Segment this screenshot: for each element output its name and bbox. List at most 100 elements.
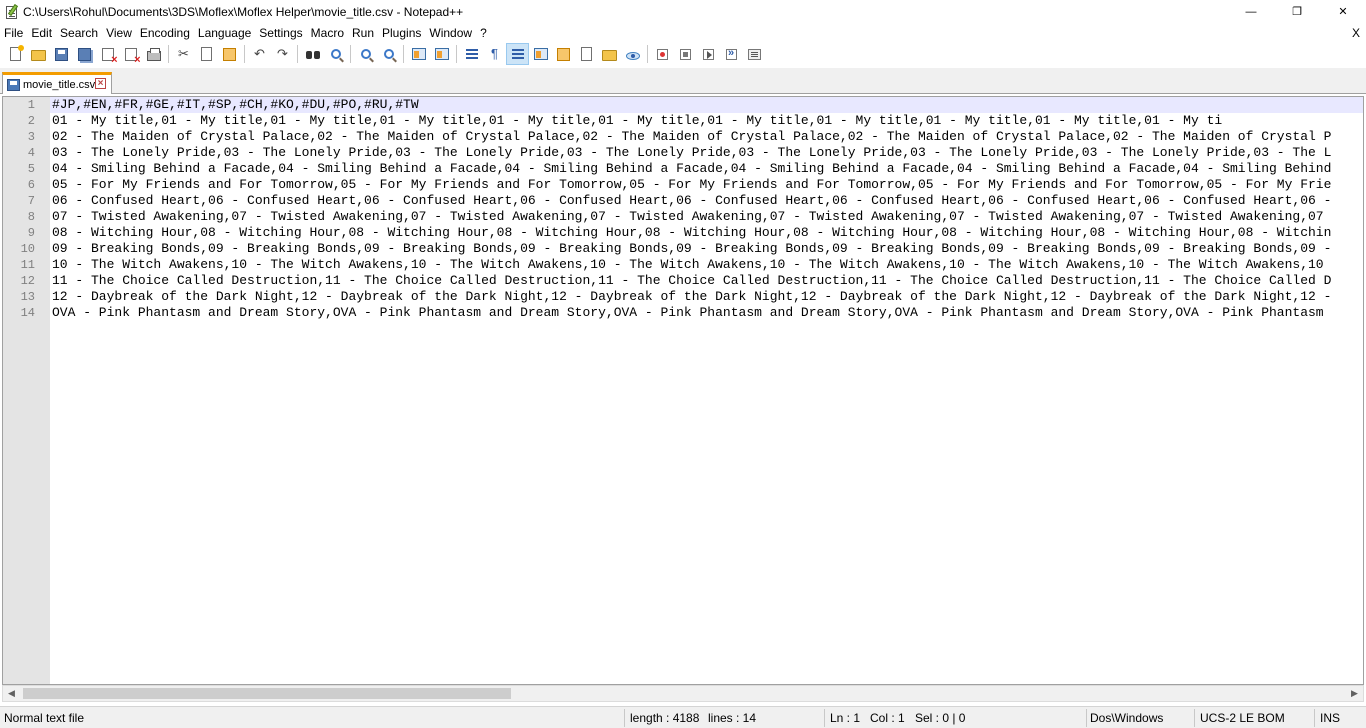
menu-search[interactable]: Search bbox=[56, 23, 102, 43]
text-line[interactable]: 01 - My title,01 - My title,01 - My titl… bbox=[50, 113, 1363, 129]
zoom-out-button[interactable] bbox=[377, 43, 400, 65]
scrollbar-thumb[interactable] bbox=[23, 688, 511, 699]
status-length: length : 4188 bbox=[630, 711, 700, 725]
save-macro-icon bbox=[748, 48, 761, 60]
text-line[interactable]: 11 - The Choice Called Destruction,11 - … bbox=[50, 273, 1363, 289]
line-number: 10 bbox=[20, 242, 35, 256]
toolbar-separator bbox=[244, 45, 245, 63]
line-number: 7 bbox=[27, 194, 35, 208]
status-insert-mode[interactable]: INS bbox=[1316, 707, 1340, 728]
menu-window[interactable]: Window bbox=[425, 23, 476, 43]
menu-view[interactable]: View bbox=[102, 23, 136, 43]
cut-button[interactable]: ✂ bbox=[172, 43, 195, 65]
user-defined-language-button[interactable] bbox=[529, 43, 552, 65]
restore-button[interactable]: ❐ bbox=[1274, 0, 1320, 23]
save-all-button[interactable] bbox=[73, 43, 96, 65]
menu-file[interactable]: File bbox=[0, 23, 27, 43]
toolbar-separator bbox=[297, 45, 298, 63]
text-line[interactable]: OVA - Pink Phantasm and Dream Story,OVA … bbox=[50, 305, 1363, 321]
new-file-button[interactable] bbox=[4, 43, 27, 65]
menu-settings[interactable]: Settings bbox=[255, 23, 306, 43]
text-line[interactable]: 05 - For My Friends and For Tomorrow,05 … bbox=[50, 177, 1363, 193]
close-button[interactable]: ✕ bbox=[1320, 0, 1366, 23]
record-macro-button[interactable] bbox=[651, 43, 674, 65]
run-macro-multiple-button[interactable] bbox=[720, 43, 743, 65]
status-selection: Sel : 0 | 0 bbox=[915, 711, 966, 725]
text-line[interactable]: 12 - Daybreak of the Dark Night,12 - Day… bbox=[50, 289, 1363, 305]
menu-macro[interactable]: Macro bbox=[307, 23, 348, 43]
close-all-icon bbox=[124, 47, 141, 66]
indent-guide-button[interactable] bbox=[506, 43, 529, 65]
text-line[interactable]: 09 - Breaking Bonds,09 - Breaking Bonds,… bbox=[50, 241, 1363, 257]
editor[interactable]: 1 2 3 4 5 6 7 8 9 10 11 12 13 14 #JP,#EN… bbox=[2, 96, 1364, 685]
print-button[interactable] bbox=[142, 43, 165, 65]
tab-movie-title-csv[interactable]: movie_title.csv × bbox=[2, 72, 112, 94]
line-number-gutter[interactable]: 1 2 3 4 5 6 7 8 9 10 11 12 13 14 bbox=[3, 97, 50, 684]
minimize-button[interactable]: — bbox=[1228, 0, 1274, 23]
replace-button[interactable] bbox=[324, 43, 347, 65]
find-button[interactable] bbox=[301, 43, 324, 65]
text-line[interactable]: 06 - Confused Heart,06 - Confused Heart,… bbox=[50, 193, 1363, 209]
line-number: 5 bbox=[27, 162, 35, 176]
tab-close-icon[interactable]: × bbox=[95, 78, 106, 89]
function-list-button[interactable] bbox=[575, 43, 598, 65]
undo-button[interactable]: ↶ bbox=[248, 43, 271, 65]
line-number: 12 bbox=[20, 274, 35, 288]
toolbar-separator bbox=[350, 45, 351, 63]
menu-plugins[interactable]: Plugins bbox=[378, 23, 425, 43]
close-file-button[interactable] bbox=[96, 43, 119, 66]
folder-as-workspace-button[interactable] bbox=[598, 43, 621, 65]
text-line[interactable]: 02 - The Maiden of Crystal Palace,02 - T… bbox=[50, 129, 1363, 145]
text-line[interactable]: 07 - Twisted Awakening,07 - Twisted Awak… bbox=[50, 209, 1363, 225]
line-number: 13 bbox=[20, 290, 35, 304]
play-macro-button[interactable] bbox=[697, 43, 720, 65]
monitoring-button[interactable] bbox=[621, 43, 644, 65]
document-map-icon bbox=[557, 47, 570, 61]
indent-guide-icon bbox=[511, 48, 524, 60]
text-line[interactable]: 04 - Smiling Behind a Facade,04 - Smilin… bbox=[50, 161, 1363, 177]
close-document-button[interactable]: X bbox=[1352, 23, 1360, 43]
stop-macro-button[interactable] bbox=[674, 43, 697, 65]
user-defined-language-icon bbox=[533, 48, 548, 60]
new-file-icon bbox=[10, 45, 24, 61]
menu-help[interactable]: ? bbox=[476, 23, 491, 43]
menu-run[interactable]: Run bbox=[348, 23, 378, 43]
status-eol-format[interactable]: Dos\Windows bbox=[1086, 707, 1163, 728]
show-all-chars-icon: ¶ bbox=[491, 46, 498, 61]
redo-button[interactable]: ↷ bbox=[271, 43, 294, 65]
window-controls: — ❐ ✕ bbox=[1228, 0, 1366, 23]
document-map-button[interactable] bbox=[552, 43, 575, 65]
text-line-current[interactable]: #JP,#EN,#FR,#GE,#IT,#SP,#CH,#KO,#DU,#PO,… bbox=[50, 97, 1363, 113]
open-file-button[interactable] bbox=[27, 43, 50, 65]
status-encoding[interactable]: UCS-2 LE BOM bbox=[1196, 707, 1285, 728]
menu-edit[interactable]: Edit bbox=[27, 23, 56, 43]
copy-button[interactable] bbox=[195, 43, 218, 65]
word-wrap-button[interactable] bbox=[460, 43, 483, 65]
text-line[interactable]: 10 - The Witch Awakens,10 - The Witch Aw… bbox=[50, 257, 1363, 273]
scroll-right-icon[interactable]: ▶ bbox=[1346, 686, 1363, 701]
close-icon bbox=[101, 47, 118, 66]
save-macro-button[interactable] bbox=[743, 43, 766, 65]
sync-horizontal-button[interactable] bbox=[430, 43, 453, 65]
close-all-button[interactable] bbox=[119, 43, 142, 66]
status-separator bbox=[824, 709, 825, 727]
line-number: 3 bbox=[27, 130, 35, 144]
menu-language[interactable]: Language bbox=[194, 23, 255, 43]
zoom-in-button[interactable] bbox=[354, 43, 377, 65]
horizontal-scrollbar[interactable]: ◀ ▶ bbox=[2, 685, 1364, 702]
find-icon bbox=[305, 51, 320, 60]
run-macro-multiple-icon bbox=[726, 47, 737, 60]
sync-vertical-button[interactable] bbox=[407, 43, 430, 65]
status-bar: Normal text file length : 4188 lines : 1… bbox=[0, 706, 1366, 728]
copy-icon bbox=[201, 47, 212, 61]
text-area[interactable]: #JP,#EN,#FR,#GE,#IT,#SP,#CH,#KO,#DU,#PO,… bbox=[50, 97, 1363, 684]
text-line[interactable]: 08 - Witching Hour,08 - Witching Hour,08… bbox=[50, 225, 1363, 241]
status-column: Col : 1 bbox=[870, 711, 905, 725]
show-all-chars-button[interactable]: ¶ bbox=[483, 43, 506, 65]
word-wrap-icon bbox=[465, 48, 478, 60]
save-button[interactable] bbox=[50, 43, 73, 65]
scroll-left-icon[interactable]: ◀ bbox=[3, 686, 20, 701]
paste-button[interactable] bbox=[218, 43, 241, 65]
text-line[interactable]: 03 - The Lonely Pride,03 - The Lonely Pr… bbox=[50, 145, 1363, 161]
menu-encoding[interactable]: Encoding bbox=[136, 23, 194, 43]
